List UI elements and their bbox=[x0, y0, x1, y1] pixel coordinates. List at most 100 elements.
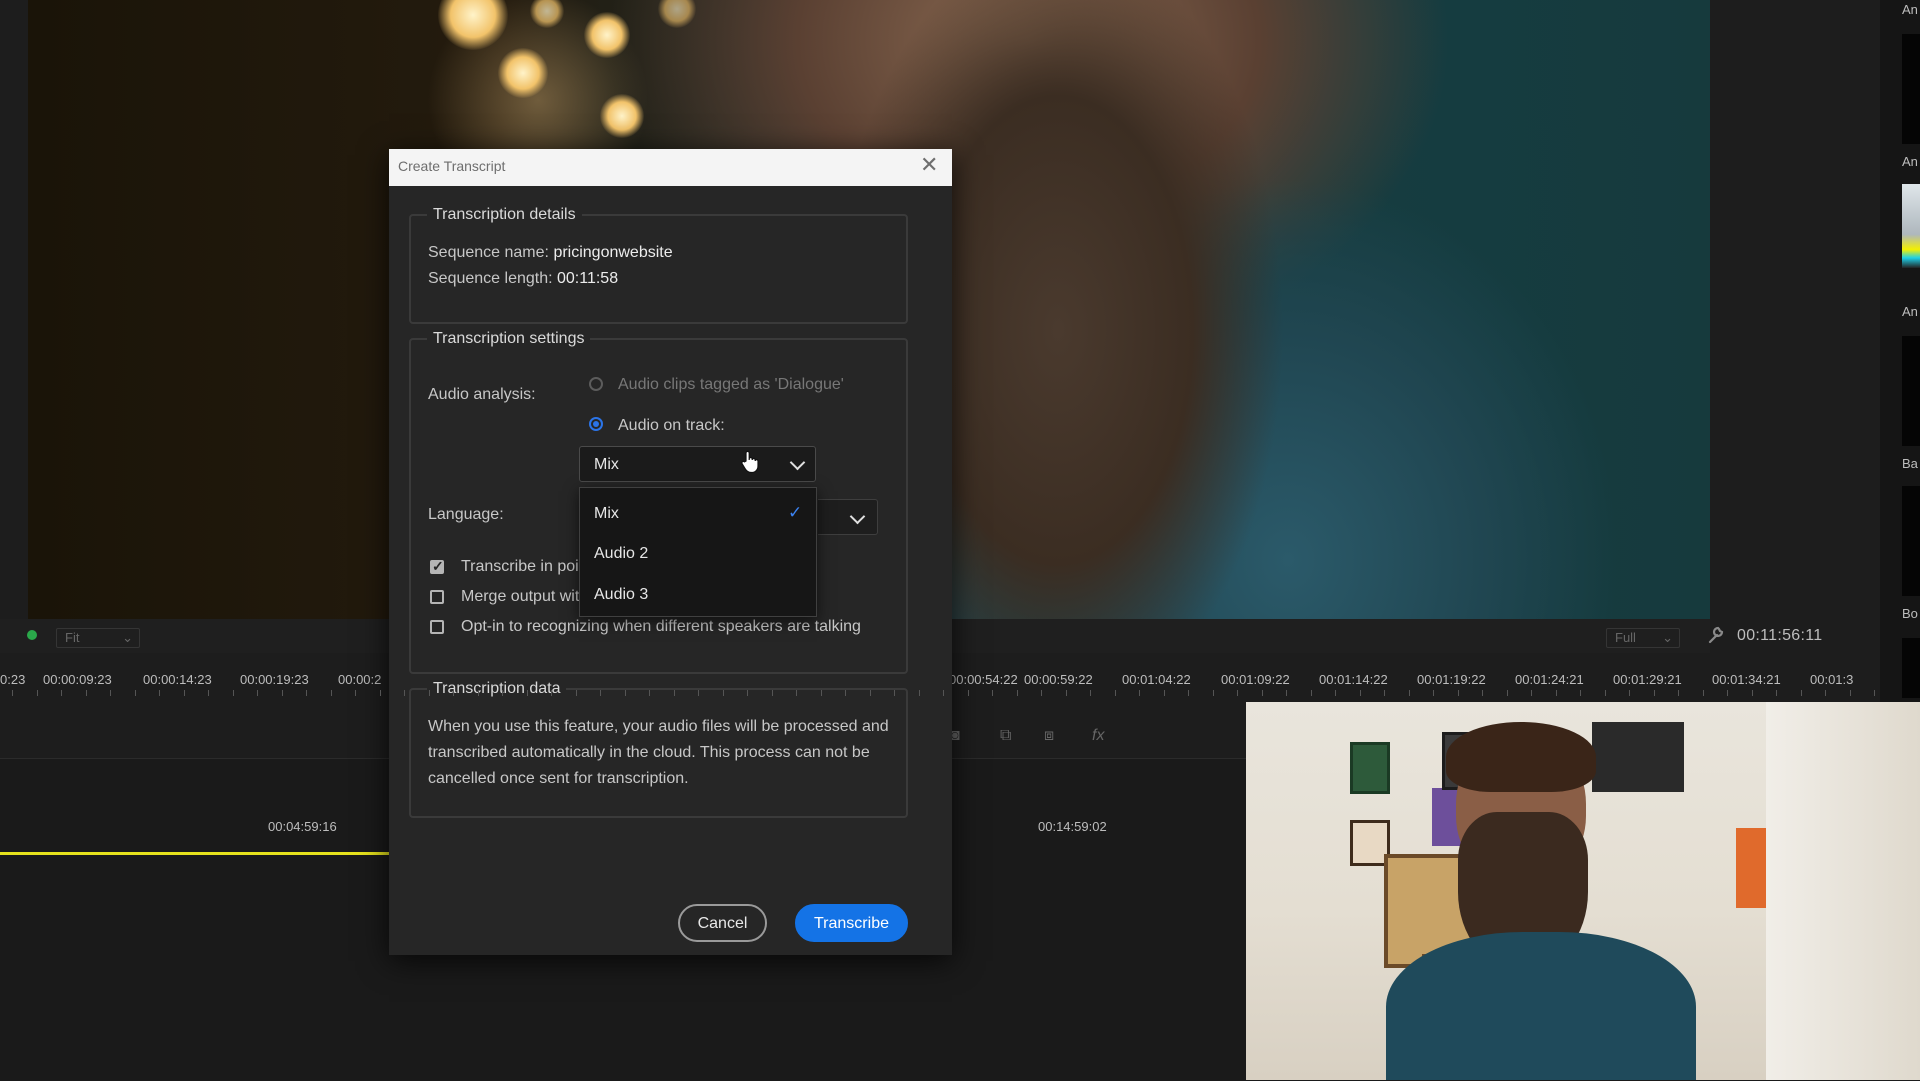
ruler-tick bbox=[723, 690, 724, 696]
ruler-tick bbox=[1850, 690, 1851, 696]
ruler-tick bbox=[331, 690, 332, 696]
chevron-down-icon bbox=[789, 454, 806, 471]
ruler-tick bbox=[551, 690, 552, 696]
ruler-tick bbox=[1090, 690, 1091, 696]
sequence-name-label: Sequence name: bbox=[428, 244, 549, 261]
ruler-tick bbox=[968, 690, 969, 696]
ruler-tick bbox=[1384, 690, 1385, 696]
panel-label: An bbox=[1902, 154, 1918, 169]
ruler-tick bbox=[1605, 690, 1606, 696]
ruler-tick bbox=[1507, 690, 1508, 696]
fit-select[interactable]: Fit ⌄ bbox=[56, 628, 140, 648]
ruler-label: 00:00:14:23 bbox=[143, 672, 212, 687]
ruler-tick bbox=[1115, 690, 1116, 696]
fx-icon[interactable]: fx bbox=[1092, 727, 1110, 744]
ruler-tick bbox=[257, 690, 258, 696]
ruler-tick bbox=[625, 690, 626, 696]
ruler-label: 00:01:14:22 bbox=[1319, 672, 1388, 687]
ruler-tick bbox=[1139, 690, 1140, 696]
quality-select-label: Full bbox=[1615, 630, 1636, 645]
checkbox-merge-output[interactable] bbox=[430, 590, 444, 604]
checkmark-icon: ✓ bbox=[788, 503, 803, 522]
ruler-tick bbox=[1213, 690, 1214, 696]
ruler-tick bbox=[1654, 690, 1655, 696]
thumbnail[interactable] bbox=[1902, 486, 1920, 596]
ruler-tick bbox=[1874, 690, 1875, 696]
panel-label: An bbox=[1902, 304, 1918, 319]
radio-audio-on-track[interactable] bbox=[589, 417, 603, 431]
ruler-label: 00:00:54:22 bbox=[949, 672, 1018, 687]
audio-track-dropdown[interactable]: Mix bbox=[579, 446, 816, 482]
ruler-tick bbox=[478, 690, 479, 696]
close-icon[interactable]: ✕ bbox=[920, 154, 938, 176]
thumbnail[interactable] bbox=[1902, 184, 1920, 268]
camera-icon[interactable]: ◙ bbox=[950, 727, 968, 744]
hand-cursor-icon bbox=[741, 450, 759, 474]
menu-item-mix[interactable]: Mix ✓ bbox=[580, 498, 816, 532]
ruler-tick bbox=[1727, 690, 1728, 696]
ruler-tick bbox=[1703, 690, 1704, 696]
thumbnail[interactable] bbox=[1902, 34, 1920, 144]
transcribe-button[interactable]: Transcribe bbox=[795, 904, 908, 942]
ruler-tick bbox=[796, 690, 797, 696]
ruler-tick bbox=[674, 690, 675, 696]
work-area-bar[interactable] bbox=[0, 852, 390, 855]
radio-dialogue-clips[interactable] bbox=[589, 377, 603, 391]
data-text-line: cancelled once sent for transcription. bbox=[428, 770, 689, 787]
ruler-tick bbox=[1066, 690, 1067, 696]
menu-item-audio-3[interactable]: Audio 3 bbox=[580, 579, 816, 613]
ruler-tick bbox=[355, 690, 356, 696]
panel-label: Bo bbox=[1902, 606, 1918, 621]
thumbnail[interactable] bbox=[1902, 638, 1920, 698]
ruler-label: 00:00:09:23 bbox=[43, 672, 112, 687]
wrench-icon[interactable] bbox=[1706, 624, 1726, 646]
ruler-tick bbox=[380, 690, 381, 696]
language-dropdown[interactable] bbox=[818, 499, 878, 535]
thumbnail[interactable] bbox=[1902, 336, 1920, 446]
checkbox-transcribe-in-points-label[interactable]: Transcribe in poir bbox=[461, 558, 584, 576]
ruler-tick bbox=[943, 690, 944, 696]
ruler-tick bbox=[1335, 690, 1336, 696]
ruler-label: 00:00:59:22 bbox=[1024, 672, 1093, 687]
sequence-name-value: pricingonwebsite bbox=[553, 244, 673, 261]
webcam-overlay bbox=[1246, 702, 1920, 1080]
ruler-tick bbox=[1482, 690, 1483, 696]
ruler-tick bbox=[649, 690, 650, 696]
menu-item-audio-2[interactable]: Audio 2 bbox=[580, 538, 816, 572]
ruler-tick bbox=[747, 690, 748, 696]
ruler-tick bbox=[1433, 690, 1434, 696]
checkbox-transcribe-in-points[interactable] bbox=[430, 558, 444, 575]
ruler-label: 0:23 bbox=[0, 672, 26, 687]
checkbox-recognize-speakers[interactable] bbox=[430, 620, 444, 634]
overwrite-icon[interactable]: ⧈ bbox=[1044, 727, 1062, 744]
ruler-tick bbox=[1776, 690, 1777, 696]
sequence-name-row: Sequence name: pricingonwebsite bbox=[428, 244, 673, 262]
ruler-tick bbox=[1311, 690, 1312, 696]
ruler-tick bbox=[306, 690, 307, 696]
playhead-timecode[interactable]: 00:11:56:11 bbox=[1737, 627, 1822, 645]
ruler-tick bbox=[600, 690, 601, 696]
checkbox-recognize-speakers-label[interactable]: Opt-in to recognizing when different spe… bbox=[461, 618, 861, 636]
menu-item-label: Audio 2 bbox=[594, 545, 649, 562]
ruler-tick bbox=[37, 690, 38, 696]
insert-icon[interactable]: ⧉ bbox=[1000, 727, 1018, 744]
menu-item-label: Mix bbox=[594, 505, 619, 522]
ruler-label: 00:01:04:22 bbox=[1122, 672, 1191, 687]
ruler-tick bbox=[1188, 690, 1189, 696]
cancel-button[interactable]: Cancel bbox=[678, 904, 767, 942]
sequence-length-value: 00:11:58 bbox=[557, 270, 619, 287]
checkbox-merge-output-label[interactable]: Merge output wit bbox=[461, 588, 579, 606]
ruler-tick bbox=[1825, 690, 1826, 696]
data-text-line: transcribed automatically in the cloud. … bbox=[428, 744, 870, 761]
ruler-tick bbox=[845, 690, 846, 696]
sequence-length-row: Sequence length: 00:11:58 bbox=[428, 270, 618, 288]
ruler-tick bbox=[1752, 690, 1753, 696]
ruler-tick bbox=[1678, 690, 1679, 696]
radio-dialogue-clips-label[interactable]: Audio clips tagged as 'Dialogue' bbox=[618, 376, 844, 394]
ruler-label: 00:00:19:23 bbox=[240, 672, 309, 687]
ruler-tick bbox=[404, 690, 405, 696]
quality-select[interactable]: Full ⌄ bbox=[1606, 628, 1680, 648]
radio-audio-on-track-label[interactable]: Audio on track: bbox=[618, 417, 725, 435]
status-dot bbox=[27, 630, 37, 640]
ruler-tick bbox=[159, 690, 160, 696]
